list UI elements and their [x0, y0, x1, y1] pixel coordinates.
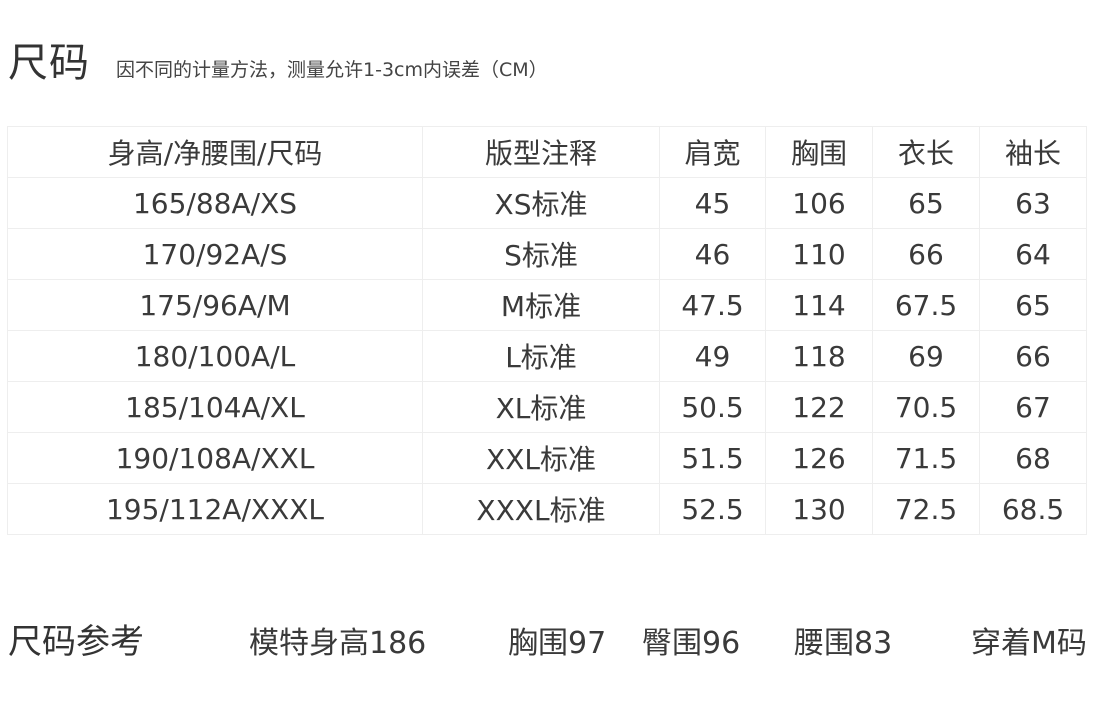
cell-size: 170/92A/S — [7, 228, 423, 280]
cell-size: 180/100A/L — [7, 330, 423, 382]
cell-shoulder: 50.5 — [659, 381, 766, 433]
cell-chest: 114 — [765, 279, 873, 331]
table-row: 165/88A/XS XS标准 45 106 65 63 — [7, 177, 1087, 229]
column-header-size: 身高/净腰围/尺码 — [7, 126, 423, 178]
model-reference: 尺码参考 模特身高186 胸围97 臀围96 腰围83 穿着M码 — [0, 612, 1116, 662]
cell-fit: M标准 — [422, 279, 660, 331]
cell-sleeve: 68 — [979, 432, 1087, 484]
cell-sleeve: 64 — [979, 228, 1087, 280]
cell-fit: XL标准 — [422, 381, 660, 433]
cell-fit: S标准 — [422, 228, 660, 280]
model-wearing-size: 穿着M码 — [971, 626, 1087, 661]
cell-fit: XXL标准 — [422, 432, 660, 484]
cell-shoulder: 51.5 — [659, 432, 766, 484]
reference-title: 尺码参考 — [8, 622, 144, 662]
cell-size: 175/96A/M — [7, 279, 423, 331]
cell-sleeve: 63 — [979, 177, 1087, 229]
page-title: 尺码 — [8, 40, 90, 86]
column-header-length: 衣长 — [872, 126, 980, 178]
cell-sleeve: 68.5 — [979, 483, 1087, 535]
cell-fit: L标准 — [422, 330, 660, 382]
table-row: 185/104A/XL XL标准 50.5 122 70.5 67 — [7, 381, 1087, 433]
cell-size: 195/112A/XXXL — [7, 483, 423, 535]
table-row: 180/100A/L L标准 49 118 69 66 — [7, 330, 1087, 382]
cell-length: 70.5 — [872, 381, 980, 433]
cell-size: 185/104A/XL — [7, 381, 423, 433]
cell-shoulder: 49 — [659, 330, 766, 382]
cell-chest: 110 — [765, 228, 873, 280]
cell-length: 69 — [872, 330, 980, 382]
measurement-note: 因不同的计量方法，测量允许1-3cm内误差（CM） — [116, 59, 548, 81]
cell-shoulder: 52.5 — [659, 483, 766, 535]
table-row: 190/108A/XXL XXL标准 51.5 126 71.5 68 — [7, 432, 1087, 484]
cell-shoulder: 47.5 — [659, 279, 766, 331]
table-row: 175/96A/M M标准 47.5 114 67.5 65 — [7, 279, 1087, 331]
cell-length: 66 — [872, 228, 980, 280]
column-header-chest: 胸围 — [765, 126, 873, 178]
cell-length: 71.5 — [872, 432, 980, 484]
cell-shoulder: 45 — [659, 177, 766, 229]
column-header-fit: 版型注释 — [422, 126, 660, 178]
cell-shoulder: 46 — [659, 228, 766, 280]
model-height: 模特身高186 — [249, 626, 427, 661]
model-hip: 臀围96 — [642, 626, 741, 661]
cell-fit: XXXL标准 — [422, 483, 660, 535]
cell-chest: 122 — [765, 381, 873, 433]
cell-sleeve: 65 — [979, 279, 1087, 331]
cell-length: 65 — [872, 177, 980, 229]
cell-sleeve: 66 — [979, 330, 1087, 382]
model-chest: 胸围97 — [508, 626, 607, 661]
column-header-shoulder: 肩宽 — [659, 126, 766, 178]
cell-size: 190/108A/XXL — [7, 432, 423, 484]
table-header-row: 身高/净腰围/尺码 版型注释 肩宽 胸围 衣长 袖长 — [7, 126, 1087, 178]
size-header: 尺码 因不同的计量方法，测量允许1-3cm内误差（CM） — [8, 30, 548, 88]
cell-sleeve: 67 — [979, 381, 1087, 433]
cell-length: 72.5 — [872, 483, 980, 535]
cell-fit: XS标准 — [422, 177, 660, 229]
model-waist: 腰围83 — [794, 626, 893, 661]
size-table: 身高/净腰围/尺码 版型注释 肩宽 胸围 衣长 袖长 165/88A/XS XS… — [7, 126, 1087, 535]
cell-chest: 106 — [765, 177, 873, 229]
column-header-sleeve: 袖长 — [979, 126, 1087, 178]
cell-chest: 118 — [765, 330, 873, 382]
cell-chest: 130 — [765, 483, 873, 535]
cell-size: 165/88A/XS — [7, 177, 423, 229]
cell-length: 67.5 — [872, 279, 980, 331]
table-row: 170/92A/S S标准 46 110 66 64 — [7, 228, 1087, 280]
table-row: 195/112A/XXXL XXXL标准 52.5 130 72.5 68.5 — [7, 483, 1087, 535]
cell-chest: 126 — [765, 432, 873, 484]
